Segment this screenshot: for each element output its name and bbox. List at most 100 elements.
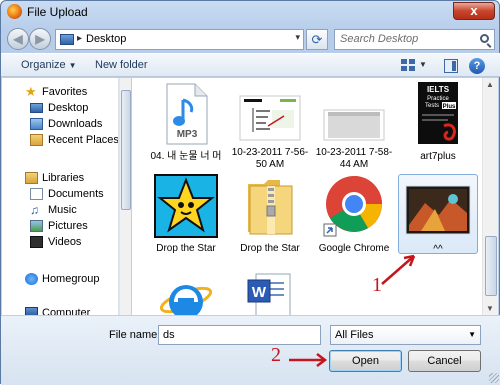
zip-folder-icon	[248, 180, 293, 235]
address-dropdown-icon[interactable]: ▾	[295, 32, 300, 43]
file-label: Drop the Star	[156, 243, 216, 254]
back-button[interactable]: ◀	[7, 28, 29, 50]
sidebar-item-music[interactable]: ♫ Music	[2, 202, 118, 218]
file-item[interactable]: MP3 04. 내 눈물 너 머	[146, 82, 226, 174]
chevron-down-icon: ▼	[68, 61, 77, 70]
word-document-icon: W	[247, 273, 291, 315]
chevron-right-icon[interactable]: ▸	[77, 33, 82, 44]
navigation-pane: ★ Favorites Desktop Downloads Recent Pla…	[2, 78, 119, 315]
sidebar-item-documents[interactable]: Documents	[2, 186, 118, 202]
libraries-label: Libraries	[42, 172, 85, 184]
search-input[interactable]: Search Desktop	[334, 29, 495, 50]
title-bar: File Upload x	[1, 1, 500, 23]
mp3-badge: MP3	[177, 129, 198, 140]
desktop-icon	[30, 103, 43, 113]
sidebar-computer[interactable]: Computer	[2, 305, 118, 315]
photo-thumbnail	[405, 185, 471, 235]
computer-group: Computer	[2, 305, 118, 315]
file-label: 10-23-2011 7-58-44 AM	[315, 147, 393, 170]
cover-line: Tests	[425, 103, 439, 109]
documents-icon	[30, 188, 43, 200]
homegroup-icon	[25, 273, 38, 285]
sidebar-favorites[interactable]: ★ Favorites	[2, 84, 118, 100]
refresh-button[interactable]: ⟳	[306, 29, 328, 50]
file-item[interactable]: Drop the Star	[230, 174, 310, 254]
file-type-value: All Files	[335, 329, 374, 341]
file-type-select[interactable]: All Files ▼	[330, 325, 481, 345]
navigation-bar: ◀ ▶ ▸ Desktop ▾ ⟳ Search Desktop	[1, 23, 500, 53]
file-item[interactable]: IELTS Practice Tests Plus art7plus	[398, 82, 478, 174]
organize-button[interactable]: Organize ▼	[21, 59, 77, 71]
file-label: art7plus	[420, 151, 456, 162]
sidebar-item-videos[interactable]: Videos	[2, 234, 118, 250]
close-button[interactable]: x	[453, 2, 495, 20]
file-item[interactable]	[146, 270, 226, 315]
favorites-label: Favorites	[42, 86, 88, 98]
file-item-selected[interactable]: ^^	[398, 174, 478, 255]
resize-grip[interactable]	[489, 373, 499, 383]
cover-line: IELTS	[427, 85, 450, 94]
file-item[interactable]: 10-23-2011 7-58-44 AM	[314, 82, 394, 174]
file-selection-bar: File name: ds All Files ▼ 2 Open Cancel	[1, 315, 500, 385]
file-item[interactable]: W	[230, 270, 310, 315]
scroll-down-icon[interactable]: ▼	[486, 304, 494, 313]
file-item[interactable]: Drop the Star	[146, 174, 226, 254]
annotation-arrow-2	[289, 353, 328, 367]
scroll-up-icon[interactable]: ▲	[486, 80, 494, 89]
chevron-down-icon: ▼	[468, 330, 476, 339]
file-name-label: File name:	[109, 329, 161, 341]
help-icon[interactable]: ?	[469, 58, 485, 74]
star-game-icon	[154, 174, 218, 238]
sidebar-item-desktop[interactable]: Desktop	[2, 100, 118, 116]
cancel-button[interactable]: Cancel	[408, 350, 481, 372]
star-icon: ★	[25, 84, 37, 99]
chrome-icon	[323, 176, 382, 237]
file-label: 10-23-2011 7-56-50 AM	[231, 147, 309, 170]
sidebar-homegroup[interactable]: Homegroup	[2, 271, 118, 287]
file-name-input[interactable]: ds	[158, 325, 321, 345]
firefox-icon	[7, 4, 22, 19]
music-icon: ♫	[30, 203, 39, 217]
command-toolbar: Organize ▼ New folder ▼ ?	[1, 53, 500, 77]
recent-places-icon	[30, 134, 43, 146]
file-item[interactable]: 10-23-2011 7-56-50 AM	[230, 82, 310, 174]
address-bar[interactable]: ▸ Desktop ▾	[55, 29, 304, 50]
open-button[interactable]: Open	[329, 350, 402, 372]
address-location[interactable]: Desktop	[86, 33, 126, 45]
scrollbar-thumb[interactable]	[485, 236, 497, 296]
libraries-icon	[25, 172, 38, 184]
downloads-icon	[30, 118, 43, 130]
computer-label: Computer	[42, 307, 91, 315]
sidebar-item-recent-places[interactable]: Recent Places	[2, 132, 119, 148]
cover-line: Plus	[443, 104, 456, 110]
file-label: 04. 내 눈물 너 머	[150, 151, 222, 162]
sidebar-item-label: Videos	[48, 236, 82, 248]
pdf-book-thumbnail: IELTS Practice Tests Plus	[418, 82, 458, 144]
favorites-group: ★ Favorites Desktop Downloads Recent Pla…	[2, 84, 119, 148]
search-icon[interactable]	[480, 34, 489, 43]
window-title: File Upload	[27, 5, 88, 19]
sidebar-item-downloads[interactable]: Downloads	[2, 116, 118, 132]
videos-icon	[30, 236, 43, 248]
search-placeholder: Search Desktop	[340, 33, 419, 45]
navigation-pane-scrollbar[interactable]	[119, 78, 131, 315]
homegroup-label: Homegroup	[42, 273, 100, 285]
sidebar-item-label: Recent Places	[48, 134, 119, 146]
sidebar-item-pictures[interactable]: Pictures	[2, 218, 118, 234]
svg-text:W: W	[252, 284, 267, 301]
view-dropdown-icon[interactable]: ▼	[419, 60, 427, 69]
file-list-scrollbar[interactable]: ▲ ▼	[482, 78, 498, 315]
mp3-icon: MP3	[166, 83, 208, 145]
preview-pane-icon[interactable]	[444, 59, 458, 73]
libraries-group: Libraries Documents ♫ Music Pictures Vid…	[2, 170, 118, 250]
change-view-icon[interactable]	[401, 59, 417, 73]
scrollbar-thumb[interactable]	[121, 90, 131, 210]
new-folder-button[interactable]: New folder	[95, 59, 148, 71]
desktop-icon	[60, 34, 74, 45]
forward-button[interactable]: ▶	[29, 28, 51, 50]
file-list: MP3 04. 내 눈물 너 머 10-23-2011 7-56-50 AM 1…	[132, 78, 482, 315]
cover-line: Practice	[427, 96, 449, 102]
sidebar-item-label: Pictures	[48, 220, 88, 232]
sidebar-libraries[interactable]: Libraries	[2, 170, 118, 186]
annotation-number-1: 1	[372, 274, 382, 296]
